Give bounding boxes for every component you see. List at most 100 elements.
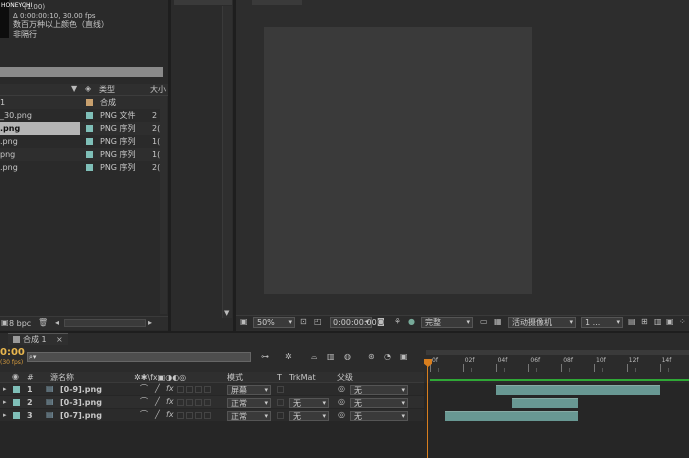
layer-duration-bar[interactable] [445,411,578,421]
preserve-transparency-box[interactable] [277,386,284,393]
parent-select[interactable]: 无 [350,385,408,395]
comp-tab[interactable] [252,0,302,5]
quality-switch-icon[interactable]: ╱ [155,397,160,407]
pickwhip-icon[interactable]: ◎ [338,397,345,407]
pickwhip-icon[interactable]: ◎ [338,410,345,420]
snapshot-icon[interactable]: ◙ [377,317,385,327]
switch-box[interactable] [186,386,193,393]
layer-mode-select[interactable]: 正常 [227,411,271,421]
preserve-transparency-box[interactable] [277,412,284,419]
always-preview-icon[interactable]: ▣ [240,317,248,327]
switch-box[interactable] [186,412,193,419]
layer-label-swatch[interactable] [13,412,20,419]
switch-box[interactable] [195,412,202,419]
fx-switch-icon[interactable]: fx [166,397,174,407]
trkmat-select[interactable]: 无 [289,398,329,408]
roi-icon[interactable]: ▭ [480,317,488,327]
flowchart-view-icon[interactable]: ▣ [666,317,674,327]
effects-tab[interactable] [174,0,232,5]
label-color-swatch[interactable] [86,151,93,158]
comp-canvas[interactable] [264,27,532,294]
project-item[interactable] [0,135,160,148]
project-search-input[interactable] [0,67,163,77]
bpc-icon[interactable]: ▣ [1,318,9,328]
layer-duration-bar[interactable] [512,398,578,408]
draft-3d-icon[interactable]: ✲ [285,352,292,362]
col-size-header[interactable]: 大小 [150,85,166,95]
col-parent-header[interactable]: 父级 [337,373,353,383]
label-color-swatch[interactable] [86,125,93,132]
layer-name[interactable]: [0-9].png [60,385,102,395]
scroll-right-icon[interactable]: ▸ [148,318,152,328]
label-tag-icon[interactable]: ◈ [85,84,91,94]
switch-box[interactable] [177,399,184,406]
switch-box[interactable] [186,399,193,406]
fit-icon[interactable]: ⊡ [300,317,307,327]
motion-blur-icon[interactable]: ◍ [344,352,351,362]
toggle-pixel-icon[interactable]: ▤ [628,317,636,327]
project-item[interactable] [0,96,160,109]
preserve-transparency-box[interactable] [277,399,284,406]
shy-icon[interactable]: ⌓ [311,352,317,362]
bpc-label[interactable]: 8 bpc [9,319,31,329]
project-item[interactable] [0,161,160,174]
project-v-scrollbar[interactable] [160,96,167,314]
layer-mode-select[interactable]: 正常 [227,398,271,408]
expand-arrow-icon[interactable]: ▸ [3,397,7,407]
expand-arrow-icon[interactable]: ▸ [3,384,7,394]
layer-label-swatch[interactable] [13,399,20,406]
expand-arrow-icon[interactable]: ▸ [3,410,7,420]
switch-box[interactable] [177,412,184,419]
zoom-select[interactable]: 50% [253,317,295,328]
quality-switch-icon[interactable]: ╱ [155,410,160,420]
switch-box[interactable] [204,386,211,393]
graph-editor-icon[interactable]: ⊛ [368,352,375,362]
project-item[interactable] [0,148,160,161]
parent-select[interactable]: 无 [350,398,408,408]
fx-switch-icon[interactable]: fx [166,384,174,394]
switch-box[interactable] [195,386,202,393]
extra-icon[interactable]: ⁘ [679,317,686,327]
layer-duration-bar[interactable] [495,385,660,395]
trash-icon[interactable]: 🗑 [38,318,48,328]
layer-switch-icon[interactable]: ⌒ [140,397,148,407]
col-type-header[interactable]: 类型 [99,85,115,95]
scroll-down-icon[interactable]: ▼ [224,308,229,318]
resolution-select[interactable]: 完整 [421,317,473,328]
label-color-swatch[interactable] [86,112,93,119]
switch-box[interactable] [195,399,202,406]
col-name-header[interactable]: 源名称 [50,373,74,383]
layer-mode-select[interactable]: 屏幕 [227,385,271,395]
frame-blend-icon[interactable]: ▥ [327,352,335,362]
label-color-swatch[interactable] [86,164,93,171]
timeline-icon[interactable]: ▥ [654,317,662,327]
timeline-tab-label[interactable]: 合成 1 [23,335,47,345]
layer-switch-icon[interactable]: ⌒ [140,410,148,420]
brainstorm-icon[interactable]: ◔ [384,352,391,362]
mask-icon[interactable]: ◰ [314,317,322,327]
sort-arrow-icon[interactable]: ▼ [71,84,77,94]
transparency-grid-icon[interactable]: ▦ [494,317,502,327]
pickwhip-icon[interactable]: ◎ [338,384,345,394]
layer-label-swatch[interactable] [13,386,20,393]
views-select[interactable]: 1 ... [581,317,623,328]
current-time[interactable]: 0:00 [0,348,25,358]
comp-mini-flowchart-icon[interactable]: ⊶ [261,352,269,362]
col-mode-header[interactable]: 模式 [227,373,243,383]
layer-name[interactable]: [0-7].png [60,411,102,421]
reset-exposure-icon[interactable]: ⊞ [641,317,648,327]
show-snapshot-icon[interactable]: ⚘ [394,317,401,327]
switch-box[interactable] [204,399,211,406]
tab-close-icon[interactable]: × [56,335,63,345]
effects-v-scrollbar[interactable] [222,6,232,318]
quality-switch-icon[interactable]: ╱ [155,384,160,394]
layer-name[interactable]: [0-3].png [60,398,102,408]
channel-icon[interactable]: ● [408,317,415,327]
timecode-field[interactable]: 0:00:00:00 [330,317,377,328]
switch-box[interactable] [177,386,184,393]
label-color-swatch[interactable] [86,138,93,145]
project-h-scrollbar[interactable] [64,319,146,327]
scroll-left-icon[interactable]: ◂ [55,318,59,328]
trkmat-select[interactable]: 无 [289,411,329,421]
layer-search-input[interactable] [27,352,251,362]
